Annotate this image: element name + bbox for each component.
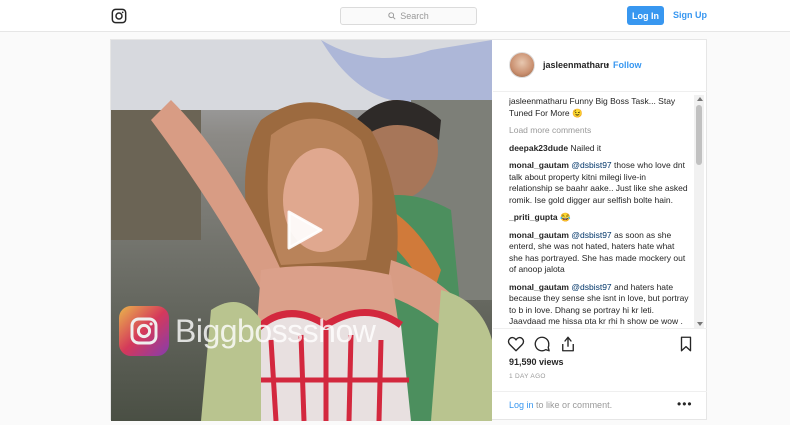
post-sidebar: jasleenmatharu • Follow jasleenmatharu F…	[493, 40, 707, 421]
login-link[interactable]: Log in	[509, 400, 534, 410]
scroll-up-arrow-icon[interactable]	[697, 97, 703, 101]
login-prompt: Log in to like or comment.	[509, 400, 612, 410]
video-watermark: Biggbossshow	[119, 306, 376, 356]
avatar[interactable]	[509, 52, 535, 78]
comment-mention[interactable]: @dsbist97	[571, 160, 611, 170]
more-options-icon[interactable]: •••	[677, 398, 693, 410]
caption: jasleenmatharu Funny Big Boss Task... St…	[509, 96, 689, 119]
comment-user[interactable]: monal_gautam	[509, 160, 569, 170]
scroll-down-arrow-icon[interactable]	[697, 322, 703, 326]
play-icon[interactable]	[279, 206, 327, 254]
search-icon	[388, 12, 396, 20]
comments-list[interactable]: jasleenmatharu Funny Big Boss Task... St…	[509, 96, 689, 324]
heart-icon[interactable]	[507, 335, 525, 353]
post-username[interactable]: jasleenmatharu	[543, 60, 609, 70]
post-video[interactable]: Biggbossshow	[111, 40, 492, 421]
comments-scrollbar[interactable]	[694, 95, 704, 328]
comment-text: 😂	[560, 212, 571, 222]
view-count[interactable]: 91,590 views	[509, 357, 564, 367]
comment-user[interactable]: monal_gautam	[509, 282, 569, 292]
comment-mention[interactable]: @dsbist97	[571, 230, 611, 240]
login-prompt-text: to like or comment.	[536, 400, 613, 410]
login-button[interactable]: Log In	[627, 6, 664, 25]
post-header: jasleenmatharu • Follow	[493, 40, 707, 92]
instagram-glyph-icon[interactable]	[111, 8, 127, 24]
separator-dot: •	[606, 60, 610, 70]
load-more-comments[interactable]: Load more comments	[509, 125, 689, 137]
comment-user[interactable]: monal_gautam	[509, 230, 569, 240]
comment-item: monal_gautam @dsbist97 those who love dn…	[509, 160, 689, 206]
comment-text: Nailed it	[570, 142, 602, 153]
comment-item: _priti_gupta 😂	[509, 212, 689, 224]
scrollbar-thumb[interactable]	[696, 105, 702, 165]
post-timestamp[interactable]: 1 DAY AGO	[509, 373, 546, 380]
instagram-watermark-icon	[119, 306, 169, 356]
comment-item: monal_gautam @dsbist97 and haters hate b…	[509, 282, 689, 325]
follow-button[interactable]: Follow	[613, 60, 642, 70]
comment-icon[interactable]	[533, 335, 551, 353]
caption-user: jasleenmatharu	[509, 96, 568, 106]
bookmark-icon[interactable]	[677, 335, 695, 353]
comment-item: monal_gautam @dsbist97 as soon as she en…	[509, 230, 689, 276]
comment-item: deepak23dude Nailed it	[509, 143, 689, 155]
post-card: Biggbossshow jasleenmatharu • Follow jas…	[110, 39, 707, 421]
watermark-text: Biggbossshow	[175, 312, 376, 349]
search-placeholder: Search	[400, 11, 429, 21]
comment-user[interactable]: deepak23dude	[509, 143, 568, 153]
comment-mention[interactable]: @dsbist97	[571, 282, 611, 292]
signup-link[interactable]: Sign Up	[673, 10, 707, 20]
top-navigation-bar: Search Log In Sign Up	[0, 0, 790, 32]
post-actions: 91,590 views 1 DAY AGO	[493, 328, 707, 380]
comment-login-bar: Log in to like or comment. •••	[493, 391, 707, 421]
share-icon[interactable]	[559, 335, 577, 353]
comment-user[interactable]: _priti_gupta	[509, 212, 558, 222]
search-input[interactable]: Search	[340, 7, 477, 25]
